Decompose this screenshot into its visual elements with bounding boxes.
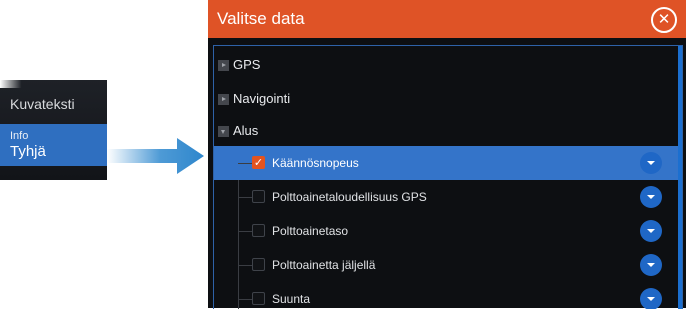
tree-category-gps[interactable]: GPS [214,48,682,82]
collapse-icon[interactable] [218,126,229,137]
tree-item-kaannosnopeus[interactable]: ✓ Käännösnopeus [214,146,682,180]
caption-label[interactable]: Kuvateksti [10,96,75,112]
info-label: Info [10,130,29,142]
item-label: Polttoainetaloudellisuus GPS [272,190,427,204]
tree-connector [238,163,253,164]
arrow-right-icon [107,138,204,174]
dialog-title: Valitse data [217,9,305,28]
info-value: Tyhjä [10,143,46,160]
tree-category-navigointi[interactable]: Navigointi [214,82,682,116]
tree-item-polttoainetta-jaljella[interactable]: Polttoainetta jäljellä [214,248,682,282]
tree-connector [238,265,253,266]
close-icon: ✕ [657,11,671,28]
tree-item-suunta[interactable]: Suunta [214,282,682,309]
expand-icon[interactable] [218,94,229,105]
tree-category-alus[interactable]: Alus [214,114,682,148]
tree-connector [238,197,253,198]
select-data-dialog: Valitse data ✕ GPS Navigointi Alus ✓ Kää… [208,0,686,309]
category-label: GPS [233,57,261,72]
category-label: Alus [233,123,259,138]
tree-item-polttoainetaso[interactable]: Polttoainetaso [214,214,682,248]
scrollbar[interactable] [678,46,682,309]
dropdown-icon[interactable] [640,152,662,174]
item-label: Polttoainetta jäljellä [272,258,376,272]
left-panel: Kuvateksti Info Tyhjä [0,80,107,180]
expand-icon[interactable] [218,60,229,71]
item-label: Polttoainetaso [272,224,349,238]
category-label: Navigointi [233,91,291,106]
item-label: Suunta [272,292,311,306]
checkbox-checked[interactable]: ✓ [252,156,265,169]
info-field[interactable]: Info Tyhjä [0,124,107,166]
item-label: Käännösnopeus [272,156,359,170]
data-tree-list: GPS Navigointi Alus ✓ Käännösnopeus Polt… [213,45,683,309]
dropdown-icon[interactable] [640,186,662,208]
dropdown-icon[interactable] [640,288,662,309]
checkbox[interactable] [252,190,265,203]
tree-connector [238,231,253,232]
checkbox[interactable] [252,292,265,305]
dropdown-icon[interactable] [640,254,662,276]
dropdown-icon[interactable] [640,220,662,242]
tree-connector [238,299,253,300]
checkbox[interactable] [252,258,265,271]
checkbox[interactable] [252,224,265,237]
tree-item-polttoainetaloudellisuus[interactable]: Polttoainetaloudellisuus GPS [214,180,682,214]
dialog-title-bar: Valitse data ✕ [208,0,686,38]
close-button[interactable]: ✕ [651,7,677,33]
